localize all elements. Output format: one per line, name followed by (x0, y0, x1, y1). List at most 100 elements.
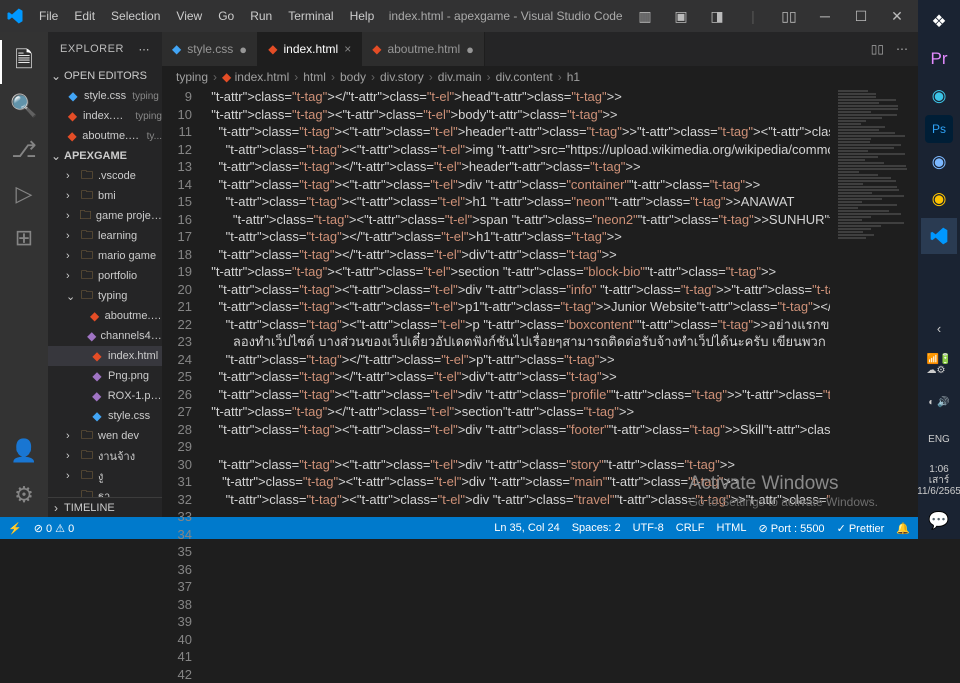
folder-item[interactable]: ›🗀learning (48, 226, 162, 246)
status-bar: ⚡ ⊘ 0 ⚠ 0 Ln 35, Col 24 Spaces: 2 UTF-8 CRLF H… (0, 517, 918, 539)
folder-item[interactable]: ›🗀งู (48, 466, 162, 486)
menu-bar: FileEditSelectionViewGoRunTerminalHelp (32, 5, 381, 27)
tray-vol-icon[interactable]: ◐ 🔊 (921, 384, 957, 420)
code-editor[interactable]: 9101112131415161718192021222324252627282… (162, 88, 918, 517)
breadcrumb-item[interactable]: body (340, 70, 366, 84)
open-editor-item[interactable]: ×◆index.htmltyping (48, 106, 162, 126)
windows-start-icon[interactable]: ❖ (921, 4, 957, 40)
folder-item[interactable]: ›🗀งานจ้าง (48, 446, 162, 466)
breadcrumb-item[interactable]: typing (176, 70, 208, 84)
file-item[interactable]: ◆index.html (48, 346, 162, 366)
sidebar-icon[interactable]: ◨ (702, 8, 732, 25)
breadcrumb[interactable]: typing›◆ index.html›html›body›div.story›… (162, 66, 918, 88)
vscode-logo-icon (6, 7, 24, 25)
premiere-icon[interactable]: Pr (921, 41, 957, 77)
close-tab-icon[interactable]: × (344, 42, 351, 56)
chrome-icon[interactable]: ◉ (921, 181, 957, 217)
minimap[interactable] (830, 88, 918, 517)
minimize-button[interactable]: ─ (810, 8, 840, 24)
folder-item[interactable]: ›🗀wen dev (48, 426, 162, 446)
editor-tab[interactable]: ◆style.css● (162, 32, 258, 66)
open-editor-item[interactable]: ●◆style.csstyping (48, 86, 162, 106)
close-button[interactable]: ✕ (882, 8, 912, 25)
editor-tabs: ◆style.css●◆index.html×◆aboutme.html● ▯▯… (162, 32, 918, 66)
edge-icon[interactable]: ◉ (921, 78, 957, 114)
activity-bar: 🗎 🔍 ⎇ ▷ ⊞ 👤 ⚙ (0, 32, 48, 517)
breadcrumb-item[interactable]: ◆ index.html (222, 70, 289, 84)
folder-item[interactable]: ›🗀game project 2 (48, 206, 162, 226)
more-icon[interactable]: ⋯ (139, 43, 151, 56)
vscode-task-icon[interactable] (921, 218, 957, 254)
extensions-icon[interactable]: ⊞ (0, 216, 48, 260)
language-indicator[interactable]: ENG (921, 421, 957, 457)
file-item[interactable]: ◆style.css (48, 406, 162, 426)
panel-icon[interactable]: ▣ (666, 8, 696, 25)
status-item[interactable]: Ln 35, Col 24 (494, 522, 559, 535)
folder-item[interactable]: ›🗀bmi (48, 186, 162, 206)
menu-run[interactable]: Run (243, 5, 279, 27)
folder-item[interactable]: ⌄🗀ฐา (48, 486, 162, 497)
menu-view[interactable]: View (169, 5, 209, 27)
folder-item[interactable]: ›🗀portfolio (48, 266, 162, 286)
menu-terminal[interactable]: Terminal (281, 5, 340, 27)
debug-icon[interactable]: ▷ (0, 172, 48, 216)
file-icon: ◆ (372, 42, 381, 56)
menu-go[interactable]: Go (211, 5, 241, 27)
status-item[interactable]: ⚡ (8, 522, 22, 535)
status-item[interactable]: CRLF (676, 522, 705, 535)
clock[interactable]: 1:06เสาร์11/6/2565 (921, 458, 957, 502)
source-control-icon[interactable]: ⎇ (0, 128, 48, 172)
folder-item[interactable]: ›🗀mario game (48, 246, 162, 266)
split-editor-icon[interactable]: ▯▯ (871, 42, 884, 56)
status-item[interactable]: UTF-8 (633, 522, 664, 535)
project-section[interactable]: ⌄APEXGAME (48, 146, 162, 166)
status-item[interactable]: ✓ Prettier (837, 522, 885, 535)
explorer-icon[interactable]: 🗎 (0, 40, 48, 84)
file-item[interactable]: ◆ROX-1.png (48, 386, 162, 406)
layout-icon[interactable]: ▥ (630, 8, 660, 25)
search-icon[interactable]: 🔍 (0, 84, 48, 128)
notifications-icon[interactable]: 💬 (921, 503, 957, 539)
editor-tab[interactable]: ◆aboutme.html● (362, 32, 485, 66)
menu-edit[interactable]: Edit (67, 5, 102, 27)
chrome-blue-icon[interactable]: ◉ (921, 144, 957, 180)
status-item[interactable]: 🔔 (896, 522, 910, 535)
status-item[interactable]: ⊘ Port : 5500 (758, 522, 824, 535)
breadcrumb-item[interactable]: div.content (496, 70, 553, 84)
timeline-section[interactable]: ›TIMELINE (48, 497, 162, 517)
menu-selection[interactable]: Selection (104, 5, 167, 27)
maximize-button[interactable]: ☐ (846, 8, 876, 25)
explorer-sidebar: EXPLORER ⋯ ⌄OPEN EDITORS ●◆style.csstypin… (48, 32, 162, 517)
status-item[interactable]: ⊘ 0 ⚠ 0 (34, 522, 74, 535)
menu-help[interactable]: Help (343, 5, 382, 27)
breadcrumb-item[interactable]: div.main (438, 70, 482, 84)
breadcrumb-item[interactable]: div.story (380, 70, 424, 84)
file-icon: ◆ (268, 42, 277, 56)
tray-chevron-icon[interactable]: ‹ (921, 310, 957, 346)
file-item[interactable]: ◆aboutme.html (48, 306, 162, 326)
window-title: index.html - apexgame - Visual Studio Co… (381, 9, 630, 23)
photoshop-icon[interactable]: Ps (925, 115, 953, 143)
folder-item[interactable]: ⌄🗀typing (48, 286, 162, 306)
status-item[interactable]: Spaces: 2 (572, 522, 621, 535)
split-icon[interactable]: ▯▯ (774, 8, 804, 25)
file-icon: ◆ (172, 42, 181, 56)
account-icon[interactable]: 👤 (0, 429, 48, 473)
windows-taskbar: ❖ Pr ◉ Ps ◉ ◉ ‹ 📶🔋☁⚙ ◐ 🔊 ENG 1:06เสาร์11… (918, 0, 960, 539)
explorer-title: EXPLORER (60, 43, 124, 55)
open-editors-section[interactable]: ⌄OPEN EDITORS (48, 66, 162, 86)
settings-icon[interactable]: ⚙ (0, 473, 48, 517)
menu-file[interactable]: File (32, 5, 65, 27)
title-bar: FileEditSelectionViewGoRunTerminalHelp i… (0, 0, 918, 32)
tray-icons[interactable]: 📶🔋☁⚙ (921, 347, 957, 383)
file-item[interactable]: ◆Png.png (48, 366, 162, 386)
activate-windows-watermark: Activate WindowsGo to Settings to activa… (689, 473, 878, 509)
editor-tab[interactable]: ◆index.html× (258, 32, 362, 66)
breadcrumb-item[interactable]: html (303, 70, 326, 84)
folder-item[interactable]: ›🗀.vscode (48, 166, 162, 186)
open-editor-item[interactable]: ●◆aboutme.htmlty... (48, 126, 162, 146)
tab-more-icon[interactable]: ⋯ (896, 42, 908, 56)
file-item[interactable]: ◆channels4_profil... (48, 326, 162, 346)
breadcrumb-item[interactable]: h1 (567, 70, 580, 84)
status-item[interactable]: HTML (717, 522, 747, 535)
